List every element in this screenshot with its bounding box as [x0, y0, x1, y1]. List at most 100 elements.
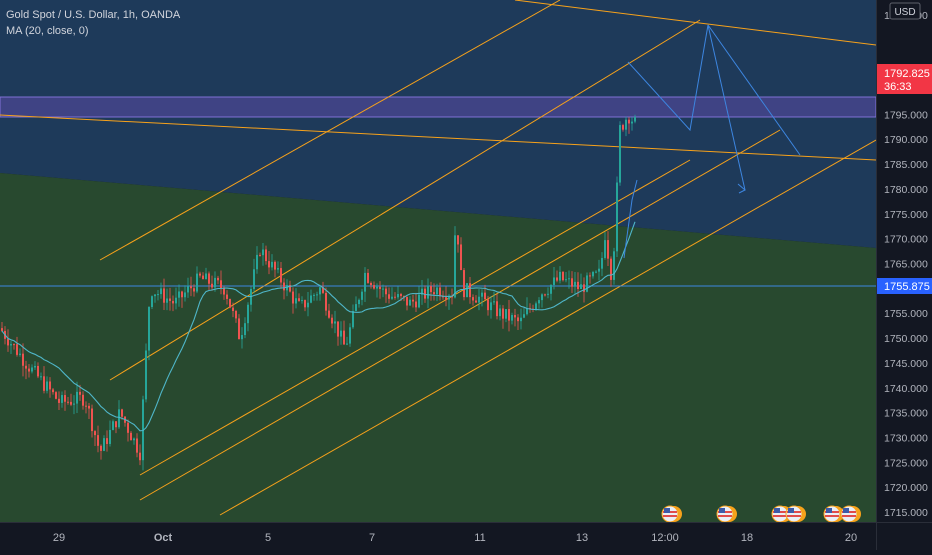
candle-body	[292, 291, 294, 304]
candle-body	[7, 338, 9, 346]
candle-body	[88, 405, 90, 409]
candle-body	[160, 288, 162, 295]
candle-body	[121, 409, 123, 417]
price-chart[interactable]: 1815.0001800.0001795.0001790.0001785.000…	[0, 0, 932, 550]
candle-body	[244, 323, 246, 336]
candle-body	[262, 249, 264, 256]
candle-body	[595, 271, 597, 273]
price-tick-label: 1775.000	[884, 209, 928, 221]
candle-body	[511, 315, 513, 321]
candle-body	[91, 408, 93, 432]
candle-body	[76, 391, 78, 404]
candle-body	[466, 283, 468, 298]
candle-body	[64, 395, 66, 402]
candle-body	[472, 297, 474, 301]
candle-body	[133, 438, 135, 441]
candle-body	[457, 235, 459, 245]
candle-body	[415, 301, 417, 308]
currency-label[interactable]: USD	[889, 2, 921, 20]
candle-body	[331, 317, 333, 324]
candle-body	[187, 286, 189, 293]
candle-body	[406, 296, 408, 306]
candle-body	[376, 286, 378, 289]
candle-body	[400, 294, 402, 297]
candle-body	[544, 294, 546, 296]
candle-body	[103, 438, 105, 451]
us-flag-icon[interactable]	[716, 505, 737, 523]
time-tick-label: 7	[369, 532, 375, 544]
candle-body	[112, 421, 114, 430]
candle-body	[439, 287, 441, 297]
candle-body	[496, 301, 498, 317]
candle-body	[460, 244, 462, 271]
candle-body	[568, 278, 570, 280]
bar-countdown: 36:33	[884, 81, 912, 93]
candle-body	[25, 365, 27, 369]
us-flag-icon[interactable]	[840, 505, 861, 523]
candle-body	[70, 401, 72, 405]
time-tick-label: 29	[53, 532, 65, 544]
candle-body	[22, 353, 24, 366]
time-tick-label: 11	[474, 532, 485, 544]
candle-body	[448, 296, 450, 300]
candle-body	[610, 258, 612, 280]
candle-body	[16, 344, 18, 355]
candle-body	[367, 272, 369, 283]
resistance-band[interactable]	[0, 96, 876, 118]
candle-body	[193, 288, 195, 292]
candle-body	[535, 303, 537, 310]
candle-body	[1, 328, 3, 331]
candle-body	[277, 268, 279, 270]
candle-body	[19, 353, 21, 355]
candle-body	[373, 285, 375, 289]
candle-body	[223, 288, 225, 295]
candle-body	[49, 381, 51, 390]
candle-body	[616, 182, 618, 252]
candle-body	[571, 278, 573, 287]
candle-body	[385, 288, 387, 295]
chart-area[interactable]: 1815.0001800.0001795.0001790.0001785.000…	[0, 0, 932, 550]
candle-body	[391, 296, 393, 299]
candle-body	[205, 273, 207, 280]
candle-body	[370, 282, 372, 286]
indicator-label[interactable]: MA (20, close, 0)	[6, 23, 180, 39]
candle-body	[346, 343, 348, 345]
candle-body	[283, 282, 285, 291]
candle-body	[340, 330, 342, 337]
symbol-title[interactable]: Gold Spot / U.S. Dollar, 1h, OANDA	[6, 7, 180, 23]
candle-body	[502, 308, 504, 319]
candle-body	[94, 431, 96, 436]
time-tick-label: 12:00	[651, 532, 679, 544]
candle-body	[493, 301, 495, 303]
candle-body	[280, 268, 282, 283]
candle-body	[136, 438, 138, 453]
candle-body	[364, 272, 366, 292]
candle-body	[430, 286, 432, 293]
time-tick-label: 5	[265, 532, 271, 544]
candle-body	[481, 292, 483, 297]
candle-body	[523, 314, 525, 318]
candle-body	[163, 288, 165, 303]
candle-body	[157, 294, 159, 296]
us-flag-icon[interactable]	[661, 505, 682, 523]
candle-body	[208, 273, 210, 284]
candle-body	[148, 306, 150, 351]
candle-body	[190, 286, 192, 289]
candle-body	[334, 321, 336, 324]
candle-body	[178, 291, 180, 298]
candle-body	[232, 307, 234, 312]
candle-body	[631, 121, 633, 124]
candle-body	[28, 368, 30, 372]
us-flag-icon[interactable]	[785, 505, 806, 523]
candle-body	[565, 279, 567, 281]
candle-body	[34, 365, 36, 368]
candle-body	[214, 277, 216, 288]
price-tick-label: 1740.000	[884, 383, 928, 395]
candle-body	[145, 350, 147, 400]
candle-body	[259, 254, 261, 256]
candle-body	[592, 271, 594, 277]
candle-body	[265, 249, 267, 262]
price-tick-label: 1780.000	[884, 184, 928, 196]
candle-body	[199, 273, 201, 276]
candle-body	[409, 299, 411, 306]
